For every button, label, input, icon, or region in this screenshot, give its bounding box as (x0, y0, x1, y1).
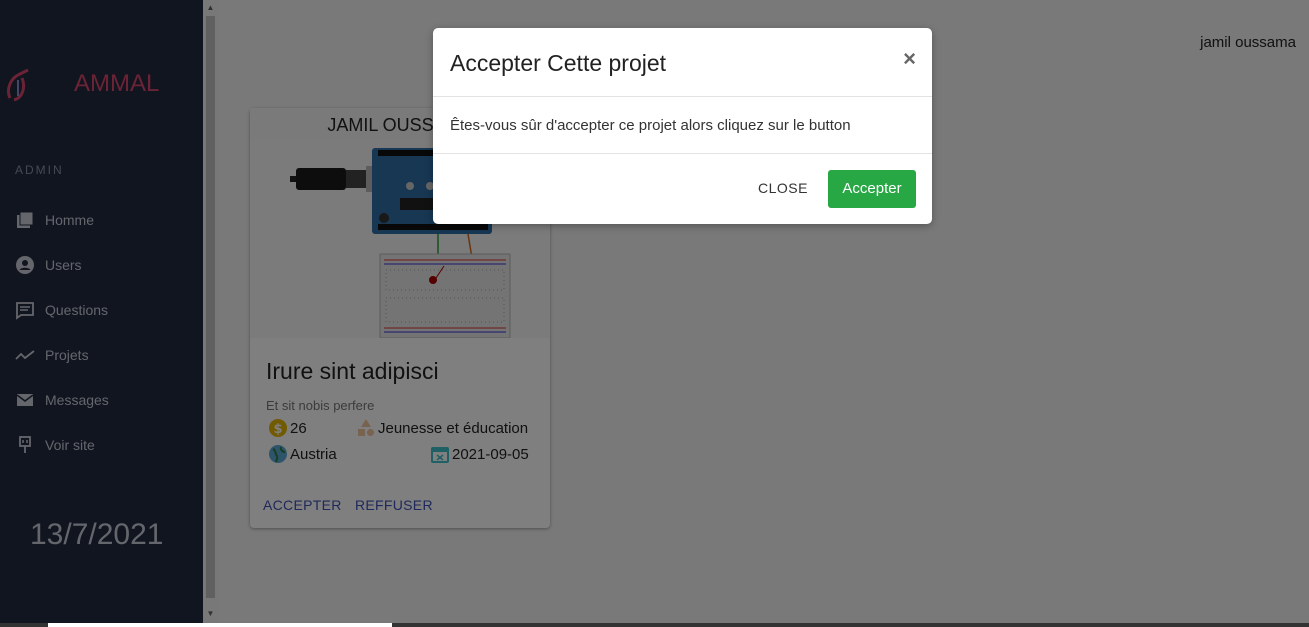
divider (433, 153, 932, 154)
dialog-message: Êtes-vous sûr d'accepter ce projet alors… (450, 117, 851, 134)
dialog-title: Accepter Cette projet (450, 50, 667, 76)
close-icon[interactable]: × (903, 46, 916, 72)
close-button[interactable]: CLOSE (758, 180, 808, 196)
confirm-accept-dialog: Accepter Cette projet × Êtes-vous sûr d'… (433, 28, 932, 224)
divider (433, 96, 932, 97)
confirm-accept-button[interactable]: Accepter (828, 170, 916, 208)
taskbar-strip (0, 623, 1309, 627)
